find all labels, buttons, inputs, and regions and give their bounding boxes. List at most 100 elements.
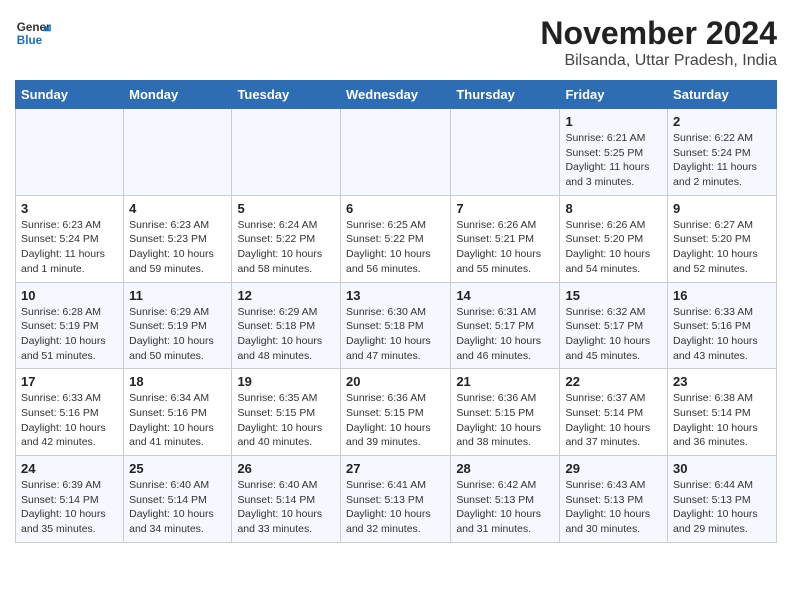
calendar-day-cell xyxy=(340,109,450,196)
day-number: 8 xyxy=(565,201,662,216)
calendar-day-cell: 16 Sunrise: 6:33 AM Sunset: 5:16 PM Dayli… xyxy=(668,282,777,369)
logo: General Blue xyxy=(15,15,51,51)
day-number: 18 xyxy=(129,374,226,389)
calendar-day-cell: 23 Sunrise: 6:38 AM Sunset: 5:14 PM Dayli… xyxy=(668,369,777,456)
day-number: 1 xyxy=(565,114,662,129)
day-number: 11 xyxy=(129,288,226,303)
calendar-day-cell: 4 Sunrise: 6:23 AM Sunset: 5:23 PM Daylig… xyxy=(124,195,232,282)
day-number: 28 xyxy=(456,461,554,476)
title-area: November 2024 Bilsanda, Uttar Pradesh, I… xyxy=(540,15,777,70)
day-number: 14 xyxy=(456,288,554,303)
day-number: 23 xyxy=(673,374,771,389)
day-number: 9 xyxy=(673,201,771,216)
calendar-day-cell: 18Sunrise: 6:34 AM Sunset: 5:16 PM Dayli… xyxy=(124,369,232,456)
weekday-header: Tuesday xyxy=(232,81,341,109)
day-info: Sunrise: 6:38 AM Sunset: 5:14 PM Dayligh… xyxy=(673,391,771,450)
calendar-day-cell: 13Sunrise: 6:30 AM Sunset: 5:18 PM Dayli… xyxy=(340,282,450,369)
calendar-day-cell xyxy=(124,109,232,196)
day-info: Sunrise: 6:25 AM Sunset: 5:22 PM Dayligh… xyxy=(346,218,445,277)
day-info: Sunrise: 6:36 AM Sunset: 5:15 PM Dayligh… xyxy=(346,391,445,450)
day-info: Sunrise: 6:27 AM Sunset: 5:20 PM Dayligh… xyxy=(673,218,771,277)
calendar-day-cell: 15 Sunrise: 6:32 AM Sunset: 5:17 PM Dayli… xyxy=(560,282,668,369)
day-number: 24 xyxy=(21,461,118,476)
day-number: 5 xyxy=(237,201,335,216)
header: General Blue November 2024 Bilsanda, Utt… xyxy=(15,15,777,70)
day-number: 30 xyxy=(673,461,771,476)
weekday-header: Thursday xyxy=(451,81,560,109)
calendar-day-cell: 2Sunrise: 6:22 AM Sunset: 5:24 PM Daylig… xyxy=(668,109,777,196)
calendar-day-cell xyxy=(16,109,124,196)
day-number: 10 xyxy=(21,288,118,303)
calendar-day-cell: 26Sunrise: 6:40 AM Sunset: 5:14 PM Dayli… xyxy=(232,456,341,543)
sub-title: Bilsanda, Uttar Pradesh, India xyxy=(540,52,777,70)
day-number: 17 xyxy=(21,374,118,389)
day-number: 2 xyxy=(673,114,771,129)
calendar-week-row: 1Sunrise: 6:21 AM Sunset: 5:25 PM Daylig… xyxy=(16,109,777,196)
day-number: 15 xyxy=(565,288,662,303)
day-number: 22 xyxy=(565,374,662,389)
calendar-day-cell: 6Sunrise: 6:25 AM Sunset: 5:22 PM Daylig… xyxy=(340,195,450,282)
day-info: Sunrise: 6:29 AM Sunset: 5:19 PM Dayligh… xyxy=(129,305,226,364)
weekday-header: Friday xyxy=(560,81,668,109)
svg-text:Blue: Blue xyxy=(17,34,43,47)
calendar-day-cell: 14 Sunrise: 6:31 AM Sunset: 5:17 PM Dayli… xyxy=(451,282,560,369)
day-number: 20 xyxy=(346,374,445,389)
calendar-day-cell: 1Sunrise: 6:21 AM Sunset: 5:25 PM Daylig… xyxy=(560,109,668,196)
day-number: 4 xyxy=(129,201,226,216)
day-info: Sunrise: 6:37 AM Sunset: 5:14 PM Dayligh… xyxy=(565,391,662,450)
calendar-day-cell: 3 Sunrise: 6:23 AM Sunset: 5:24 PM Daylig… xyxy=(16,195,124,282)
day-number: 25 xyxy=(129,461,226,476)
calendar-day-cell: 29 Sunrise: 6:43 AM Sunset: 5:13 PM Dayli… xyxy=(560,456,668,543)
calendar-table: SundayMondayTuesdayWednesdayThursdayFrid… xyxy=(15,80,777,543)
day-number: 3 xyxy=(21,201,118,216)
calendar-day-cell: 7Sunrise: 6:26 AM Sunset: 5:21 PM Daylig… xyxy=(451,195,560,282)
calendar-week-row: 10Sunrise: 6:28 AM Sunset: 5:19 PM Dayli… xyxy=(16,282,777,369)
day-info: Sunrise: 6:32 AM Sunset: 5:17 PM Dayligh… xyxy=(565,305,662,364)
day-info: Sunrise: 6:29 AM Sunset: 5:18 PM Dayligh… xyxy=(237,305,335,364)
calendar-day-cell: 10Sunrise: 6:28 AM Sunset: 5:19 PM Dayli… xyxy=(16,282,124,369)
calendar-day-cell xyxy=(232,109,341,196)
day-number: 27 xyxy=(346,461,445,476)
day-info: Sunrise: 6:42 AM Sunset: 5:13 PM Dayligh… xyxy=(456,478,554,537)
day-info: Sunrise: 6:26 AM Sunset: 5:20 PM Dayligh… xyxy=(565,218,662,277)
day-info: Sunrise: 6:23 AM Sunset: 5:23 PM Dayligh… xyxy=(129,218,226,277)
calendar-day-cell: 22 Sunrise: 6:37 AM Sunset: 5:14 PM Dayli… xyxy=(560,369,668,456)
calendar-day-cell: 24 Sunrise: 6:39 AM Sunset: 5:14 PM Dayli… xyxy=(16,456,124,543)
logo-icon: General Blue xyxy=(15,15,51,51)
day-info: Sunrise: 6:35 AM Sunset: 5:15 PM Dayligh… xyxy=(237,391,335,450)
day-number: 12 xyxy=(237,288,335,303)
day-number: 21 xyxy=(456,374,554,389)
calendar-day-cell: 8 Sunrise: 6:26 AM Sunset: 5:20 PM Daylig… xyxy=(560,195,668,282)
day-number: 16 xyxy=(673,288,771,303)
day-info: Sunrise: 6:40 AM Sunset: 5:14 PM Dayligh… xyxy=(237,478,335,537)
day-info: Sunrise: 6:36 AM Sunset: 5:15 PM Dayligh… xyxy=(456,391,554,450)
weekday-header: Monday xyxy=(124,81,232,109)
calendar-day-cell: 20 Sunrise: 6:36 AM Sunset: 5:15 PM Dayli… xyxy=(340,369,450,456)
header-row: SundayMondayTuesdayWednesdayThursdayFrid… xyxy=(16,81,777,109)
calendar-header: SundayMondayTuesdayWednesdayThursdayFrid… xyxy=(16,81,777,109)
day-info: Sunrise: 6:40 AM Sunset: 5:14 PM Dayligh… xyxy=(129,478,226,537)
day-info: Sunrise: 6:33 AM Sunset: 5:16 PM Dayligh… xyxy=(673,305,771,364)
calendar-day-cell: 9 Sunrise: 6:27 AM Sunset: 5:20 PM Daylig… xyxy=(668,195,777,282)
day-info: Sunrise: 6:26 AM Sunset: 5:21 PM Dayligh… xyxy=(456,218,554,277)
day-info: Sunrise: 6:43 AM Sunset: 5:13 PM Dayligh… xyxy=(565,478,662,537)
calendar-week-row: 3 Sunrise: 6:23 AM Sunset: 5:24 PM Daylig… xyxy=(16,195,777,282)
day-number: 13 xyxy=(346,288,445,303)
day-info: Sunrise: 6:24 AM Sunset: 5:22 PM Dayligh… xyxy=(237,218,335,277)
calendar-week-row: 17 Sunrise: 6:33 AM Sunset: 5:16 PM Dayli… xyxy=(16,369,777,456)
calendar-day-cell: 30 Sunrise: 6:44 AM Sunset: 5:13 PM Dayli… xyxy=(668,456,777,543)
day-info: Sunrise: 6:33 AM Sunset: 5:16 PM Dayligh… xyxy=(21,391,118,450)
main-title: November 2024 xyxy=(540,15,777,52)
calendar-day-cell: 11 Sunrise: 6:29 AM Sunset: 5:19 PM Dayli… xyxy=(124,282,232,369)
day-info: Sunrise: 6:31 AM Sunset: 5:17 PM Dayligh… xyxy=(456,305,554,364)
weekday-header: Sunday xyxy=(16,81,124,109)
day-number: 29 xyxy=(565,461,662,476)
day-info: Sunrise: 6:44 AM Sunset: 5:13 PM Dayligh… xyxy=(673,478,771,537)
day-info: Sunrise: 6:39 AM Sunset: 5:14 PM Dayligh… xyxy=(21,478,118,537)
calendar-day-cell: 12 Sunrise: 6:29 AM Sunset: 5:18 PM Dayli… xyxy=(232,282,341,369)
calendar-day-cell: 25 Sunrise: 6:40 AM Sunset: 5:14 PM Dayli… xyxy=(124,456,232,543)
calendar-day-cell: 17 Sunrise: 6:33 AM Sunset: 5:16 PM Dayli… xyxy=(16,369,124,456)
day-info: Sunrise: 6:23 AM Sunset: 5:24 PM Dayligh… xyxy=(21,218,118,277)
calendar-day-cell: 19Sunrise: 6:35 AM Sunset: 5:15 PM Dayli… xyxy=(232,369,341,456)
calendar-day-cell: 21 Sunrise: 6:36 AM Sunset: 5:15 PM Dayli… xyxy=(451,369,560,456)
